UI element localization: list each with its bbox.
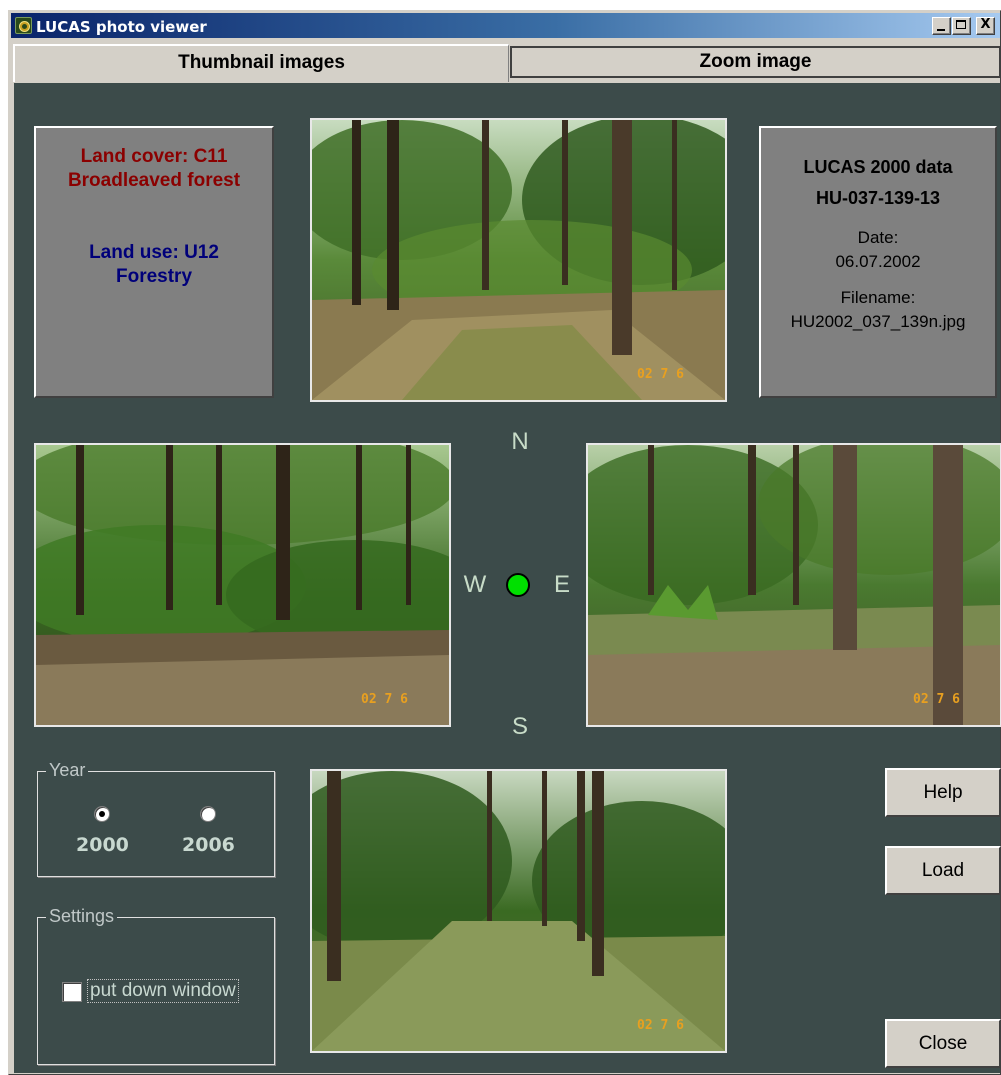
- year-group: Year 2000 2006: [37, 760, 275, 877]
- photo-west[interactable]: 02 7 6: [34, 443, 451, 727]
- year-2006-radio[interactable]: [200, 806, 216, 822]
- load-button[interactable]: Load: [885, 846, 1001, 895]
- settings-group: Settings put down window: [37, 906, 275, 1065]
- year-group-title: Year: [46, 760, 89, 781]
- compass-west-label: W: [463, 571, 487, 598]
- photo-south-image: 02 7 6: [312, 771, 725, 1051]
- data-heading: LUCAS 2000 data: [803, 157, 953, 177]
- date-value: 06.07.2002: [835, 252, 921, 271]
- year-2000-radio[interactable]: [94, 806, 110, 822]
- date-label: Date:: [857, 228, 899, 247]
- close-window-button[interactable]: X: [976, 17, 995, 35]
- window-title: LUCAS photo viewer: [36, 18, 207, 36]
- compass-center-marker: [506, 573, 530, 597]
- close-icon: X: [980, 17, 991, 32]
- filename-value: HU2002_037_139n.jpg: [790, 312, 966, 331]
- tab-zoom-image[interactable]: Zoom image: [510, 46, 1001, 78]
- app-icon[interactable]: [15, 17, 32, 34]
- photo-south[interactable]: 02 7 6: [310, 769, 727, 1053]
- compass-east-label: E: [553, 571, 570, 598]
- land-use-name: Forestry: [115, 266, 193, 287]
- put-down-window-label[interactable]: put down window: [87, 979, 239, 1003]
- land-use-code: Land use: U12: [89, 242, 219, 263]
- title-bar[interactable]: LUCAS photo viewer X: [11, 13, 1000, 38]
- photo-west-image: 02 7 6: [36, 445, 449, 725]
- year-2006-label[interactable]: 2006: [182, 834, 235, 856]
- minimize-icon: [937, 29, 945, 31]
- compass-south-label: S: [511, 713, 528, 740]
- put-down-window-checkbox[interactable]: [62, 982, 82, 1002]
- settings-group-title: Settings: [46, 906, 118, 927]
- photo-south-stamp: 02 7 6: [637, 1018, 684, 1033]
- data-info-panel: LUCAS 2000 data HU-037-139-13 Date: 06.0…: [759, 126, 997, 398]
- app-window: LUCAS photo viewer X Thumbnail images Zo…: [8, 10, 1001, 1075]
- close-button[interactable]: Close: [885, 1019, 1001, 1068]
- photo-north-image: 02 7 6: [312, 120, 725, 400]
- compass-north-label: N: [511, 428, 529, 455]
- land-cover-name: Broadleaved forest: [67, 170, 241, 191]
- land-info-panel: Land cover: C11 Broadleaved forest Land …: [34, 126, 274, 398]
- photo-east[interactable]: 02 7 6: [586, 443, 1001, 727]
- filename-label: Filename:: [840, 288, 916, 307]
- main-panel: Land cover: C11 Broadleaved forest Land …: [14, 83, 1001, 1073]
- land-cover-code: Land cover: C11: [80, 146, 228, 167]
- photo-east-image: 02 7 6: [588, 445, 1000, 725]
- maximize-icon: [956, 20, 966, 29]
- maximize-button[interactable]: [952, 17, 971, 35]
- photo-north[interactable]: 02 7 6: [310, 118, 727, 402]
- help-button[interactable]: Help: [885, 768, 1001, 817]
- photo-east-stamp: 02 7 6: [913, 692, 960, 707]
- tab-thumbnail-images[interactable]: Thumbnail images: [13, 44, 509, 82]
- point-id: HU-037-139-13: [815, 188, 941, 208]
- photo-west-stamp: 02 7 6: [361, 692, 408, 707]
- year-2000-label[interactable]: 2000: [76, 834, 129, 856]
- photo-north-stamp: 02 7 6: [637, 367, 684, 382]
- minimize-button[interactable]: [932, 17, 951, 35]
